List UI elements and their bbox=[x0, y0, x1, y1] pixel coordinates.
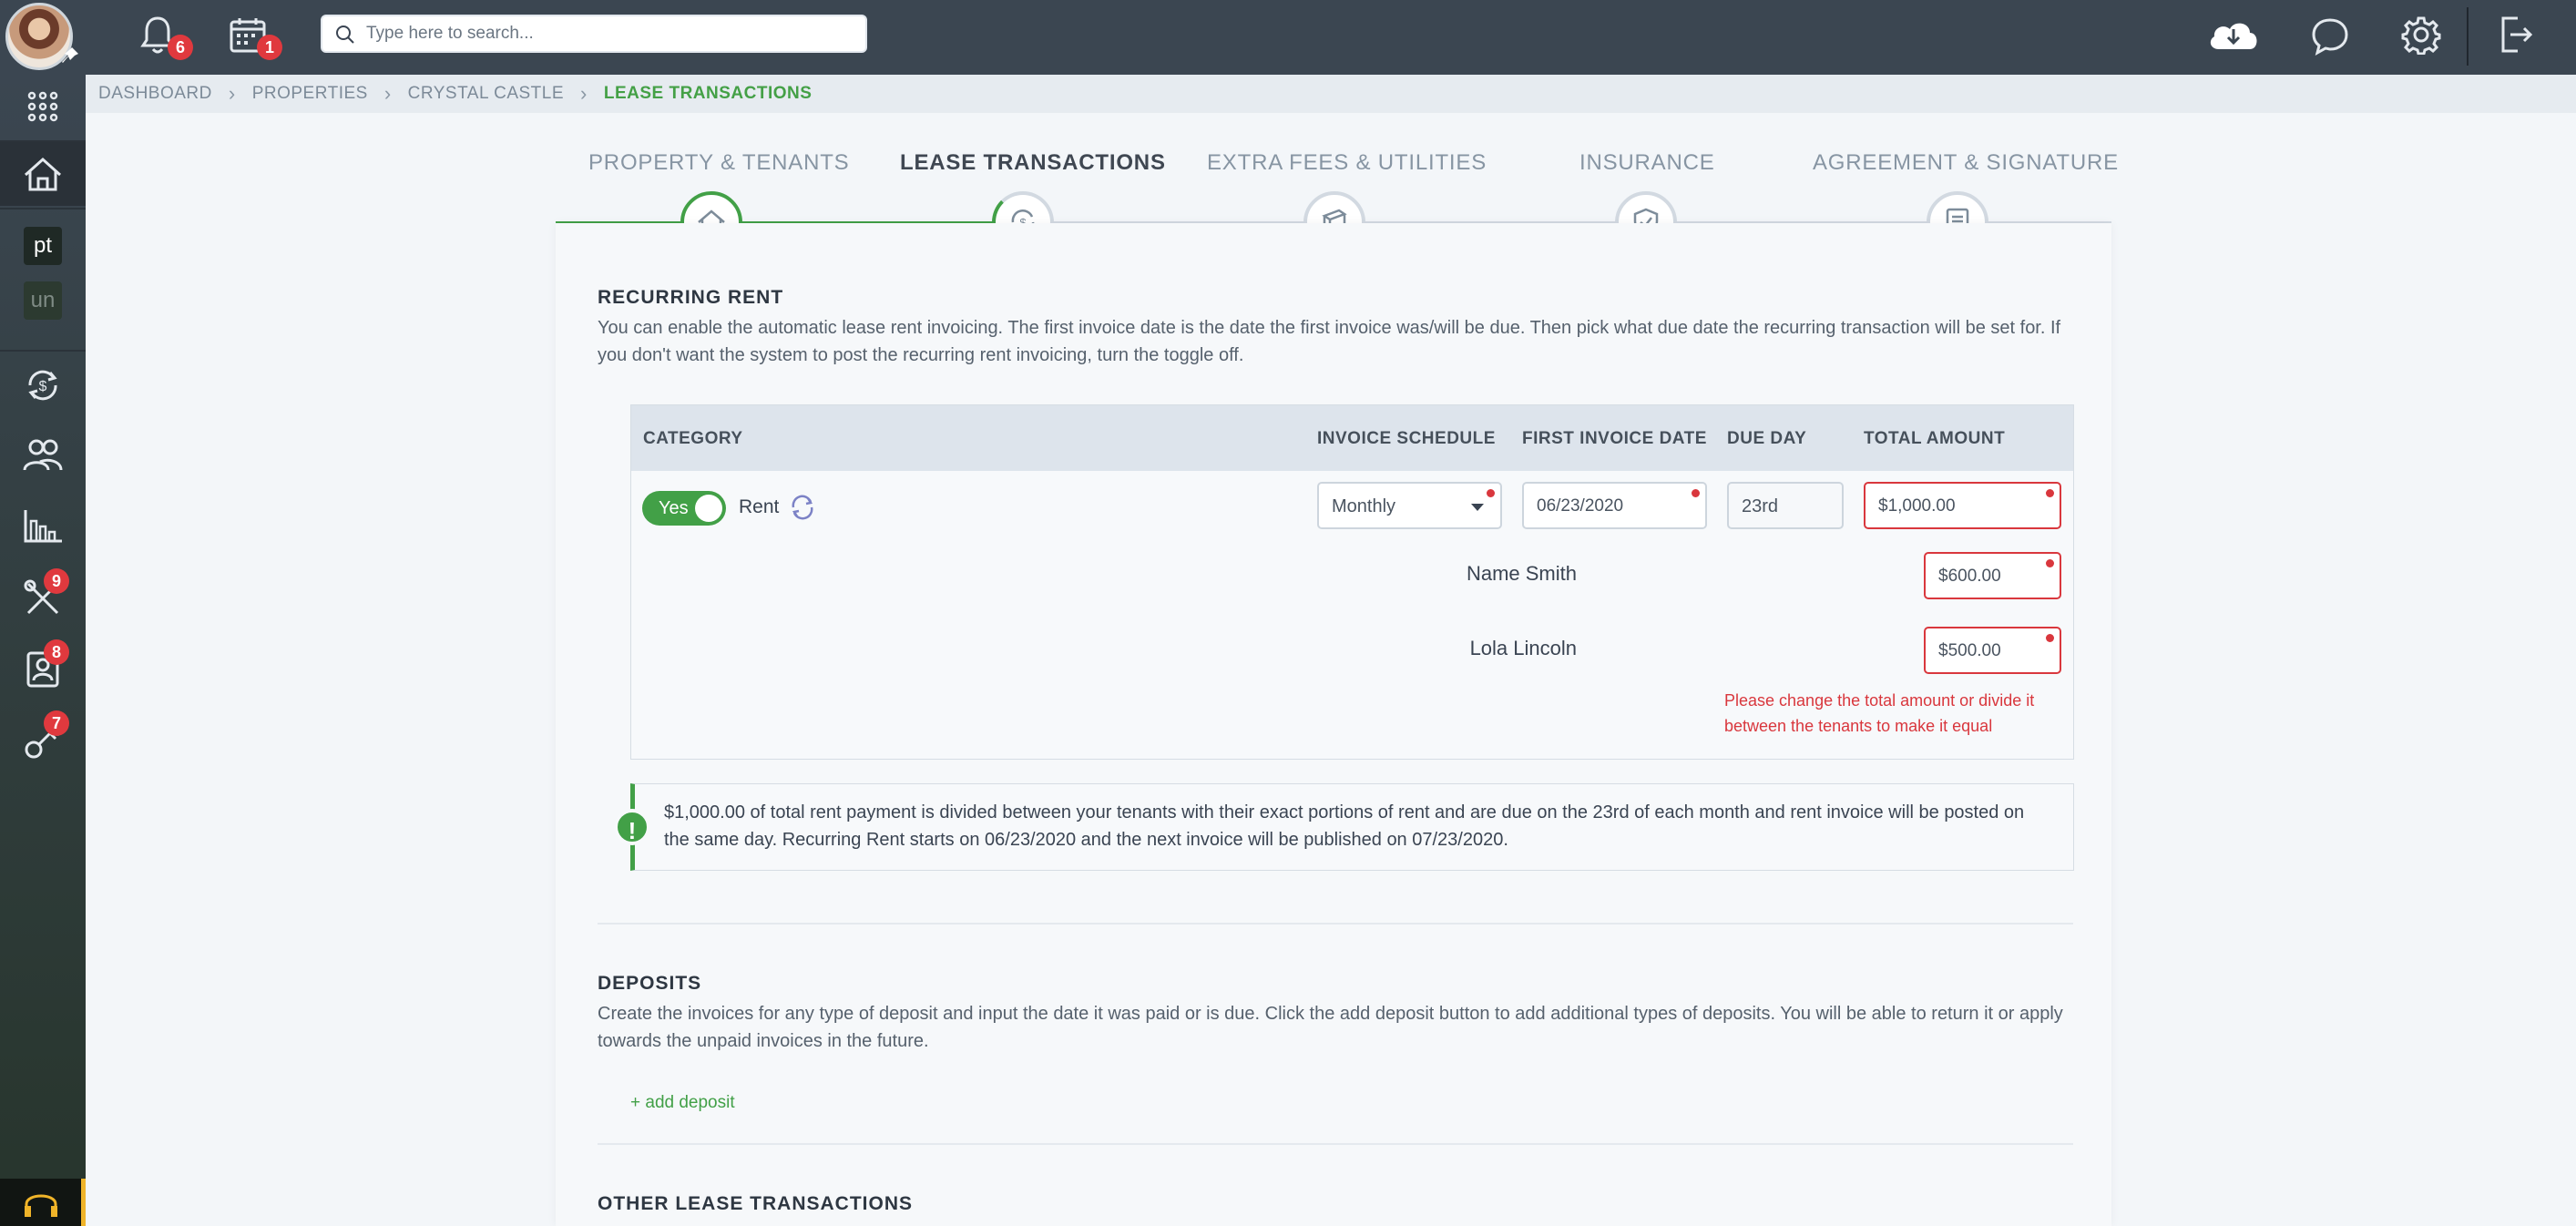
table-header: CATEGORY INVOICE SCHEDULE FIRST INVOICE … bbox=[631, 405, 2073, 471]
required-dot bbox=[1487, 489, 1495, 497]
recurring-rent-title: RECURRING RENT bbox=[598, 287, 784, 308]
sidebar-item-transactions[interactable]: $ bbox=[0, 353, 86, 417]
pin-icon bbox=[62, 47, 78, 63]
logout-icon[interactable] bbox=[2498, 15, 2534, 55]
exclamation-icon: ! bbox=[614, 809, 650, 845]
recurring-rent-description: You can enable the automatic lease rent … bbox=[598, 318, 2061, 365]
tenant-amount-value: $500.00 bbox=[1938, 641, 2001, 660]
sidebar-divider bbox=[0, 208, 86, 209]
first-invoice-date-value: 06/23/2020 bbox=[1537, 496, 1624, 516]
caret-down-icon bbox=[1471, 504, 1484, 511]
summary-text: $1,000.00 of total rent payment is divid… bbox=[664, 802, 2025, 850]
chevron-right-icon: › bbox=[580, 82, 588, 105]
due-day-field[interactable]: 23rd bbox=[1727, 482, 1844, 529]
breadcrumb: DASHBOARD › PROPERTIES › CRYSTAL CASTLE … bbox=[86, 75, 2576, 113]
contacts-badge: 8 bbox=[44, 639, 69, 665]
section-divider bbox=[598, 923, 2073, 925]
recurring-rent-table: CATEGORY INVOICE SCHEDULE FIRST INVOICE … bbox=[630, 404, 2074, 760]
topbar-divider bbox=[2467, 7, 2469, 66]
tools-badge: 9 bbox=[44, 568, 69, 594]
recurring-rent-summary: ! $1,000.00 of total rent payment is div… bbox=[614, 783, 2074, 871]
col-category: CATEGORY bbox=[643, 429, 743, 448]
lease-transactions-card: RECURRING RENT You can enable the automa… bbox=[556, 223, 2111, 1226]
deposits-title: DEPOSITS bbox=[598, 973, 702, 994]
dollar-cycle-icon: $ bbox=[28, 370, 57, 401]
tenant-amount-field[interactable]: $600.00 bbox=[1924, 552, 2061, 599]
recurring-icon bbox=[792, 495, 813, 520]
sidebar-item-pt[interactable]: pt bbox=[0, 222, 86, 270]
toggle-knob bbox=[695, 495, 722, 522]
search-input[interactable] bbox=[366, 20, 849, 47]
required-dot bbox=[2046, 489, 2054, 497]
calendar-badge: 1 bbox=[257, 35, 282, 60]
tenant-amount-field[interactable]: $500.00 bbox=[1924, 627, 2061, 674]
chat-icon[interactable] bbox=[2310, 16, 2350, 56]
required-dot bbox=[2046, 634, 2054, 642]
sidebar-item-people[interactable] bbox=[0, 423, 86, 486]
required-dot bbox=[1692, 489, 1700, 497]
sidebar-item-reports[interactable] bbox=[0, 494, 86, 557]
section-divider bbox=[598, 1143, 2073, 1145]
support-button[interactable] bbox=[0, 1179, 86, 1226]
sidebar-item-maintenance[interactable]: 9 bbox=[0, 567, 86, 630]
category-label: Rent bbox=[739, 496, 780, 517]
chevron-right-icon: › bbox=[228, 82, 236, 105]
col-total-amount: TOTAL AMOUNT bbox=[1864, 429, 2006, 448]
recurring-rent-toggle[interactable]: Yes bbox=[642, 491, 726, 526]
notifications-button[interactable]: 6 bbox=[135, 13, 193, 60]
svg-text:$: $ bbox=[39, 379, 47, 394]
bar-chart-icon bbox=[24, 510, 62, 543]
required-dot bbox=[2046, 559, 2054, 567]
step-label-lease-transactions[interactable]: LEASE TRANSACTIONS bbox=[900, 150, 1166, 176]
total-amount-value: $1,000.00 bbox=[1878, 496, 1956, 516]
sidebar-item-keys[interactable]: 7 bbox=[0, 709, 86, 772]
people-icon bbox=[23, 439, 63, 471]
toggle-label: Yes bbox=[659, 498, 689, 518]
calendar-button[interactable]: 1 bbox=[226, 13, 282, 60]
invoice-schedule-value: Monthly bbox=[1332, 496, 1396, 516]
col-invoice-schedule: INVOICE SCHEDULE bbox=[1317, 429, 1496, 448]
deposits-description: Create the invoices for any type of depo… bbox=[598, 1004, 2063, 1051]
sidebar-divider bbox=[0, 350, 86, 352]
step-label-extra-fees[interactable]: EXTRA FEES & UTILITIES bbox=[1207, 150, 1487, 176]
top-bar: 6 1 bbox=[0, 0, 2576, 75]
breadcrumb-properties[interactable]: PROPERTIES bbox=[252, 84, 368, 104]
step-label-property-tenants[interactable]: PROPERTY & TENANTS bbox=[588, 150, 849, 176]
search-icon bbox=[336, 26, 354, 44]
first-invoice-date-field[interactable]: 06/23/2020 bbox=[1522, 482, 1707, 529]
headset-icon bbox=[24, 1194, 57, 1217]
col-due-day: DUE DAY bbox=[1727, 429, 1807, 448]
total-amount-field[interactable]: $1,000.00 bbox=[1864, 482, 2061, 529]
other-transactions-title: OTHER LEASE TRANSACTIONS bbox=[598, 1193, 914, 1214]
add-deposit-link[interactable]: + add deposit bbox=[630, 1093, 735, 1113]
breadcrumb-current: LEASE TRANSACTIONS bbox=[603, 84, 813, 103]
gear-icon[interactable] bbox=[2401, 15, 2441, 55]
sidebar-item-un[interactable]: un bbox=[0, 277, 86, 324]
sidebar: pt un $ 9 8 7 bbox=[0, 75, 86, 1226]
sidebar-item-apps[interactable] bbox=[0, 75, 86, 138]
sidebar-item-contacts[interactable]: 8 bbox=[0, 638, 86, 701]
tag-un: un bbox=[24, 281, 62, 320]
house-icon bbox=[24, 157, 62, 191]
tenant-name: Name Smith bbox=[1466, 562, 1577, 585]
breadcrumb-dashboard[interactable]: DASHBOARD bbox=[98, 84, 212, 104]
cloud-download-icon[interactable] bbox=[2206, 16, 2261, 53]
tenant-amount-value: $600.00 bbox=[1938, 567, 2001, 586]
keys-badge: 7 bbox=[44, 710, 69, 736]
tenant-name: Lola Lincoln bbox=[1469, 637, 1577, 659]
invoice-schedule-select[interactable]: Monthly bbox=[1317, 482, 1502, 529]
search-bar bbox=[321, 15, 867, 53]
grid-icon bbox=[27, 91, 58, 122]
chevron-right-icon: › bbox=[383, 82, 392, 105]
notifications-badge: 6 bbox=[168, 35, 193, 60]
breadcrumb-property[interactable]: CRYSTAL CASTLE bbox=[408, 84, 564, 104]
due-day-value: 23rd bbox=[1742, 496, 1779, 516]
col-first-invoice-date: FIRST INVOICE DATE bbox=[1522, 429, 1707, 448]
step-label-insurance[interactable]: INSURANCE bbox=[1579, 150, 1715, 176]
sidebar-item-properties[interactable] bbox=[0, 142, 86, 206]
tag-pt: pt bbox=[24, 227, 62, 265]
step-label-agreement[interactable]: AGREEMENT & SIGNATURE bbox=[1813, 150, 2119, 176]
amount-error-message: Please change the total amount or divide… bbox=[1724, 691, 2035, 735]
